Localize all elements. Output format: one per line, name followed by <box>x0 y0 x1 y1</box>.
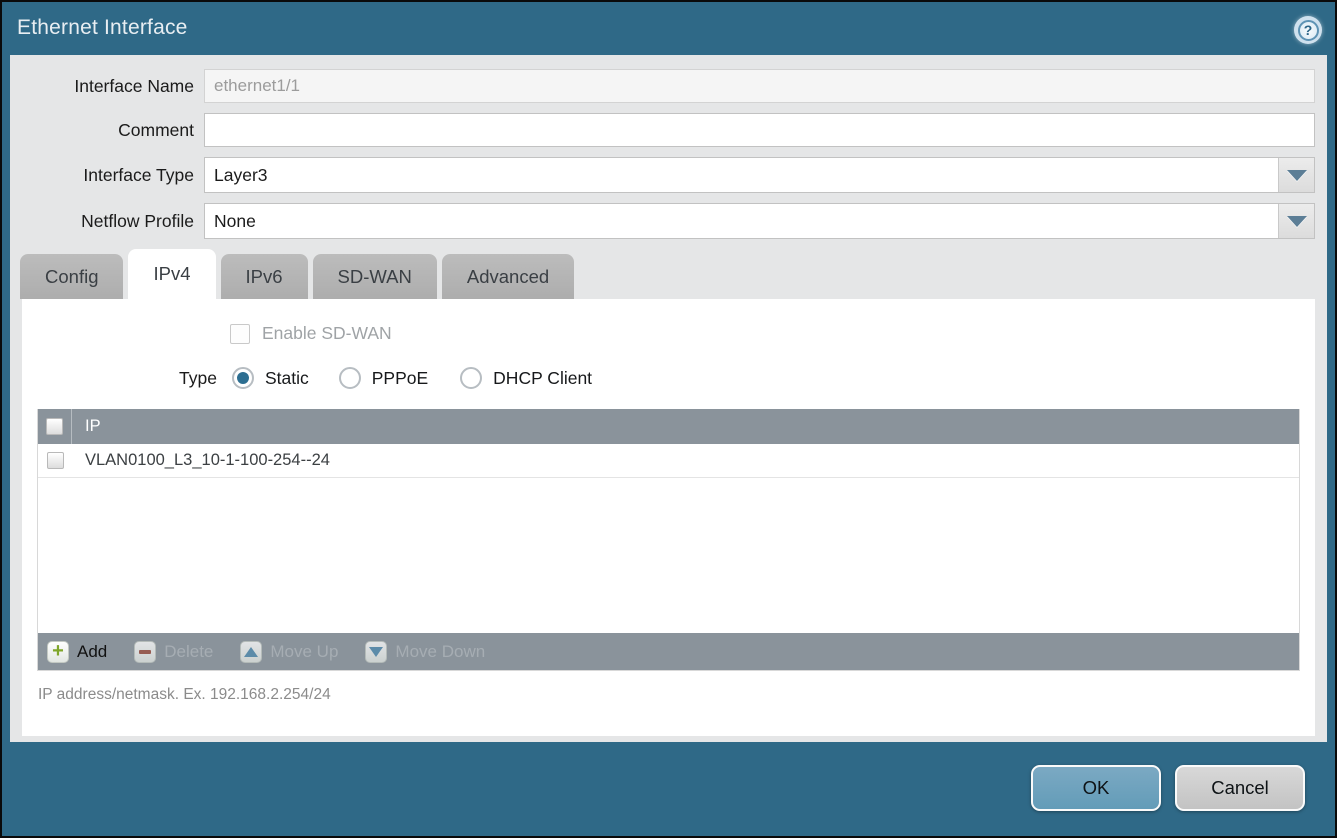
dialog-body: Interface Name Comment Interface Type La… <box>10 55 1327 742</box>
form-row-interface-type: Interface Type Layer3 <box>10 157 1315 193</box>
comment-field[interactable] <box>204 113 1315 147</box>
netflow-profile-dropdown[interactable]: None <box>204 203 1315 239</box>
enable-sdwan-label: Enable SD-WAN <box>262 323 392 344</box>
select-all-checkbox[interactable] <box>46 418 63 435</box>
tab-sd-wan[interactable]: SD-WAN <box>313 254 437 299</box>
tab-ipv4[interactable]: IPv4 <box>128 249 215 299</box>
interface-name-field <box>204 69 1315 103</box>
type-label: Type <box>179 368 217 389</box>
radio-dhcp-label: DHCP Client <box>493 368 592 389</box>
row-checkbox[interactable] <box>47 452 64 469</box>
interface-type-value: Layer3 <box>205 158 1278 192</box>
question-mark-icon: ? <box>1298 20 1319 41</box>
interface-type-label: Interface Type <box>10 165 204 186</box>
minus-icon <box>134 641 156 663</box>
cancel-button[interactable]: Cancel <box>1175 765 1305 811</box>
arrow-up-icon <box>240 641 262 663</box>
tab-config[interactable]: Config <box>20 254 123 299</box>
arrow-down-icon <box>365 641 387 663</box>
move-down-button[interactable]: Move Down <box>365 641 485 663</box>
radio-pppoe[interactable]: PPPoE <box>339 367 428 389</box>
dialog-title: Ethernet Interface <box>17 16 188 40</box>
chevron-down-icon <box>1287 170 1307 181</box>
radio-static-circle[interactable] <box>232 367 254 389</box>
plus-icon: + <box>47 641 69 663</box>
comment-label: Comment <box>10 120 204 141</box>
table-row[interactable]: VLAN0100_L3_10-1-100-254--24 <box>38 444 1299 478</box>
dialog-titlebar: Ethernet Interface ? <box>2 2 1335 55</box>
radio-static[interactable]: Static <box>232 367 309 389</box>
tab-advanced[interactable]: Advanced <box>442 254 574 299</box>
radio-pppoe-label: PPPoE <box>372 368 428 389</box>
ethernet-interface-dialog: Ethernet Interface ? Interface Name Comm… <box>0 0 1337 838</box>
ipv4-tab-panel: Enable SD-WAN Type Static PPPoE DHCP Cli… <box>22 299 1315 736</box>
form-row-netflow-profile: Netflow Profile None <box>10 203 1315 239</box>
ip-address-value: VLAN0100_L3_10-1-100-254--24 <box>72 451 330 470</box>
ip-column-header: IP <box>72 417 101 436</box>
ip-format-hint: IP address/netmask. Ex. 192.168.2.254/24 <box>38 686 1315 704</box>
netflow-profile-dropdown-button[interactable] <box>1278 204 1314 238</box>
add-button-label: Add <box>77 642 107 662</box>
tab-bar: Config IPv4 IPv6 SD-WAN Advanced <box>20 249 1327 299</box>
add-button[interactable]: + Add <box>47 641 107 663</box>
radio-pppoe-circle[interactable] <box>339 367 361 389</box>
chevron-down-icon <box>1287 216 1307 227</box>
enable-sdwan-checkbox <box>230 324 250 344</box>
delete-button[interactable]: Delete <box>134 641 213 663</box>
help-icon[interactable]: ? <box>1294 16 1322 44</box>
radio-dhcp-client[interactable]: DHCP Client <box>460 367 592 389</box>
delete-button-label: Delete <box>164 642 213 662</box>
ip-table-header: IP <box>38 409 1299 444</box>
ip-table: IP VLAN0100_L3_10-1-100-254--24 + Add <box>37 409 1300 671</box>
move-down-button-label: Move Down <box>395 642 485 662</box>
form-row-comment: Comment <box>10 113 1315 147</box>
form-row-interface-name: Interface Name <box>10 69 1315 103</box>
interface-type-dropdown-button[interactable] <box>1278 158 1314 192</box>
radio-static-label: Static <box>265 368 309 389</box>
move-up-button[interactable]: Move Up <box>240 641 338 663</box>
interface-type-dropdown[interactable]: Layer3 <box>204 157 1315 193</box>
type-radio-group: Type Static PPPoE DHCP Client <box>179 367 1315 389</box>
interface-form: Interface Name Comment Interface Type La… <box>10 55 1327 239</box>
radio-dhcp-circle[interactable] <box>460 367 482 389</box>
ok-button[interactable]: OK <box>1031 765 1161 811</box>
table-empty-area <box>38 478 1299 633</box>
table-toolbar: + Add Delete Move Up Move Down <box>38 633 1299 670</box>
netflow-profile-value: None <box>205 204 1278 238</box>
enable-sdwan-row: Enable SD-WAN <box>230 299 1315 344</box>
tab-ipv6[interactable]: IPv6 <box>221 254 308 299</box>
select-all-cell[interactable] <box>38 409 72 444</box>
row-checkbox-cell[interactable] <box>38 452 72 469</box>
move-up-button-label: Move Up <box>270 642 338 662</box>
interface-name-label: Interface Name <box>10 76 204 97</box>
netflow-profile-label: Netflow Profile <box>10 211 204 232</box>
